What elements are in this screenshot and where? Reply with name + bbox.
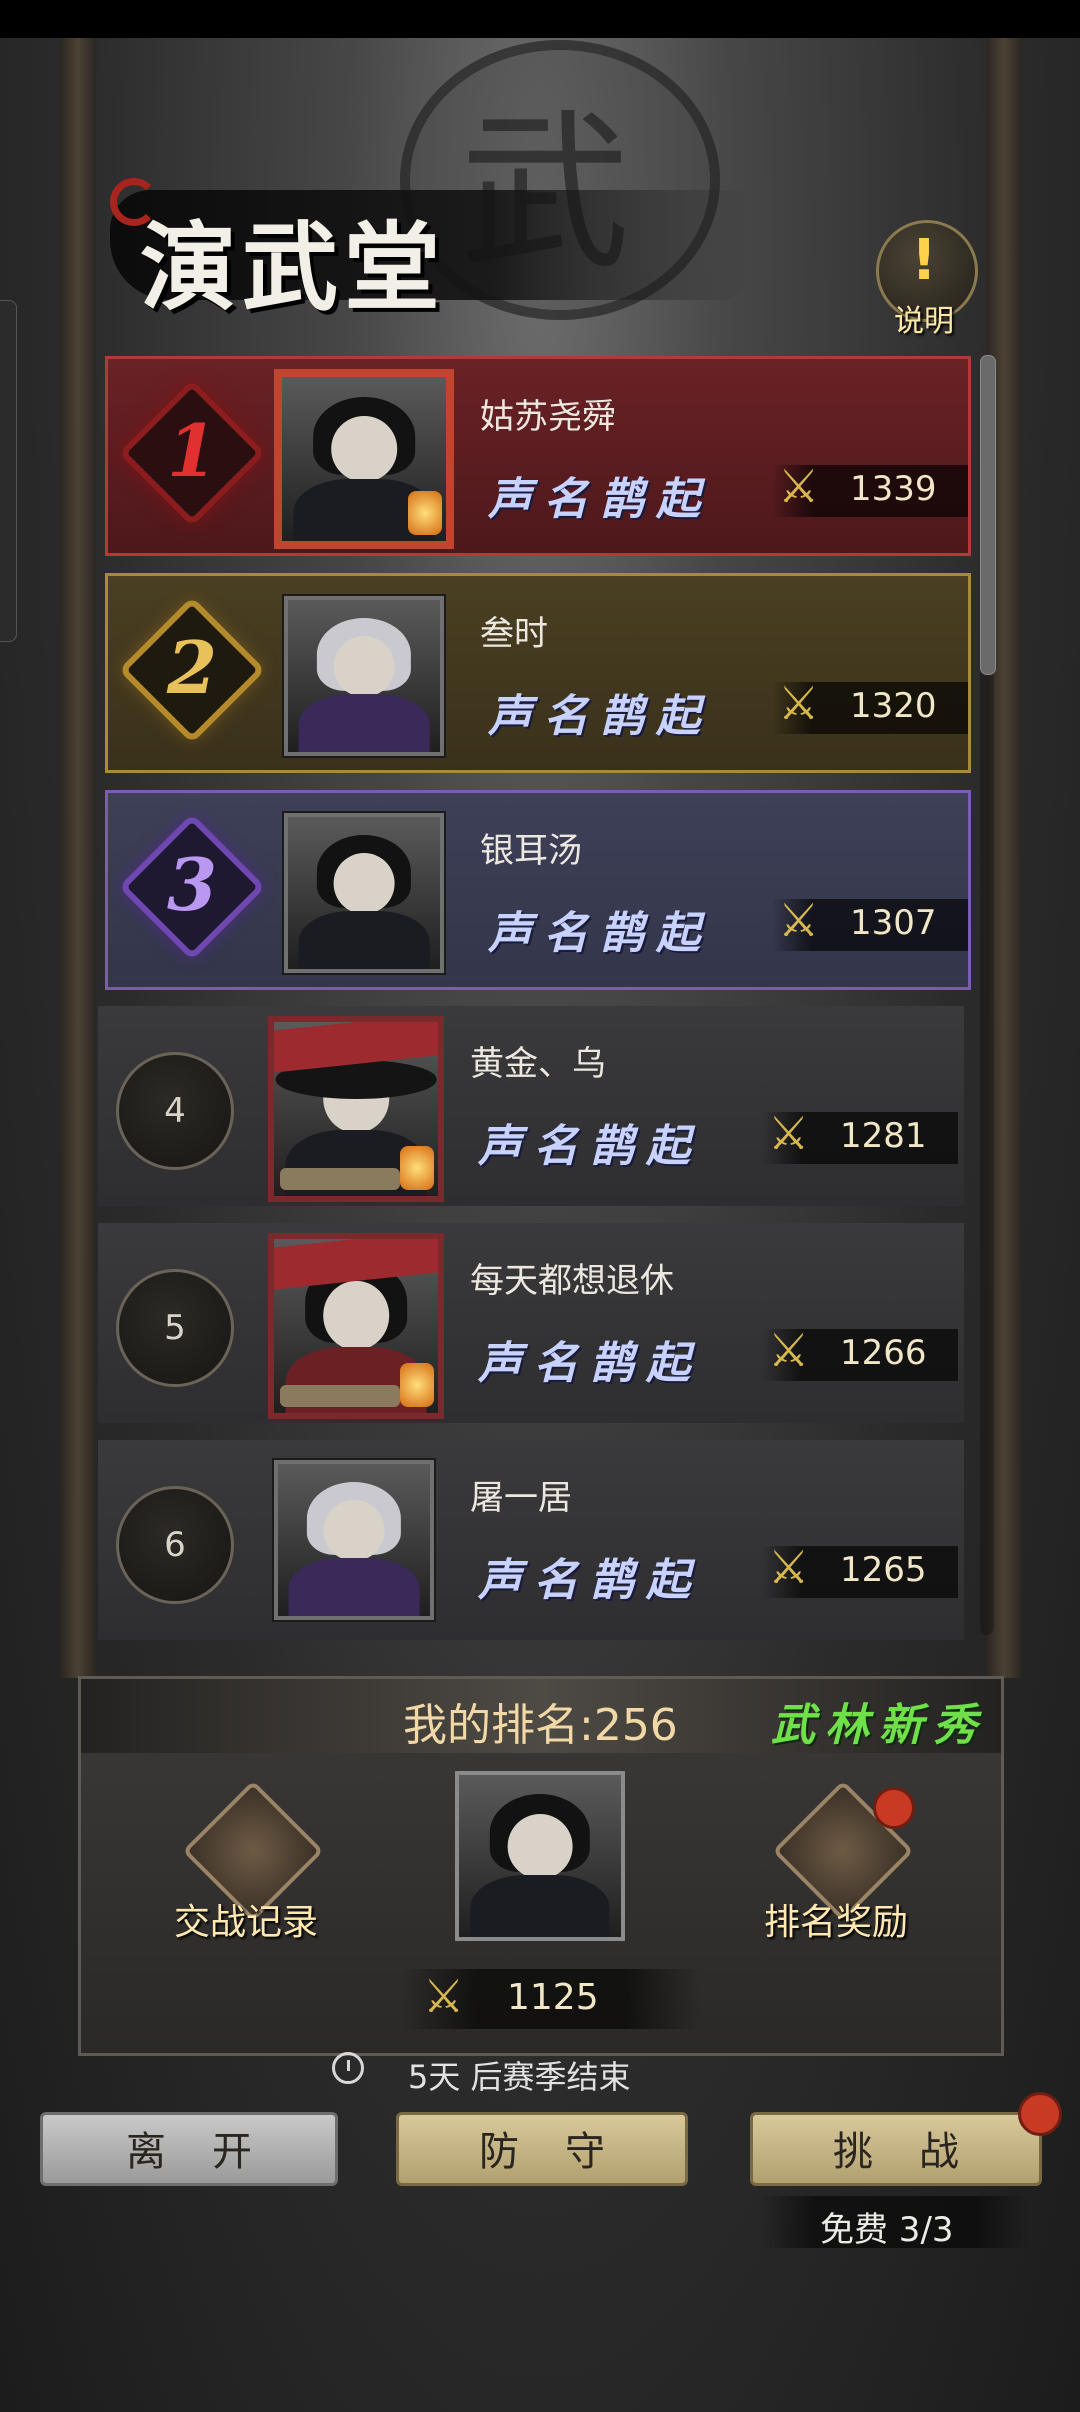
help-label: 说明 (894, 304, 954, 339)
player-avatar[interactable] (272, 1458, 436, 1622)
battle-log-label: 交战记录 (173, 1902, 318, 1943)
player-name: 银耳汤 (480, 831, 582, 871)
player-name: 黄金、乌 (470, 1044, 606, 1084)
crossed-swords-icon: ⚔ (768, 1323, 810, 1377)
my-score: 1125 (507, 1977, 599, 2018)
season-countdown-text: 5天 后赛季结束 (408, 2058, 631, 2096)
free-attempts-badge: 免费 3/3 (760, 2196, 1030, 2250)
player-avatar[interactable] (274, 369, 454, 549)
rank-badge-4: 4 (116, 1052, 234, 1170)
player-score: 1266 (840, 1333, 927, 1373)
rank-number: 2 (166, 625, 218, 710)
leaderboard-row-1[interactable]: 1 姑苏尧舜 声名鹊起 ⚔ 1339 (105, 356, 971, 556)
player-title: 声名鹊起 (478, 1555, 702, 1606)
leave-button[interactable]: 离开 (40, 2112, 338, 2186)
leaderboard-row-3[interactable]: 3 银耳汤 声名鹊起 ⚔ 1307 (105, 790, 971, 990)
player-title: 声名鹊起 (478, 1338, 702, 1389)
player-avatar[interactable] (268, 1016, 444, 1202)
lantern-icon (400, 1146, 434, 1190)
challenge-button[interactable]: 挑战 (750, 2112, 1042, 2186)
player-score: 1307 (850, 903, 937, 943)
crossed-swords-icon: ⚔ (778, 459, 820, 513)
player-score: 1339 (850, 469, 937, 509)
player-title: 声名鹊起 (488, 908, 712, 959)
page-title: 演武堂 (140, 211, 446, 324)
frame-pillar-left (60, 38, 96, 1678)
notification-dot (1018, 2092, 1062, 2136)
crossed-swords-icon: ⚔ (768, 1106, 810, 1160)
exclamation-icon: ! (911, 228, 937, 293)
crossed-swords-icon: ⚔ (423, 1969, 465, 2023)
help-button[interactable]: ! 说明 (872, 220, 978, 340)
player-title: 声名鹊起 (488, 691, 712, 742)
defend-button[interactable]: 防守 (396, 2112, 688, 2186)
rank-reward-label: 排名奖励 (763, 1902, 908, 1943)
lantern-icon (408, 491, 442, 535)
page-title-block: 演武堂 (110, 170, 750, 324)
rank-badge-6: 6 (116, 1486, 234, 1604)
season-countdown: 5天 后赛季结束 (290, 2052, 760, 2096)
player-score: 1320 (850, 686, 937, 726)
side-drawer-handle[interactable] (0, 300, 17, 642)
leaderboard-row-2[interactable]: 2 叁时 声名鹊起 ⚔ 1320 (105, 573, 971, 773)
player-name: 叁时 (480, 614, 548, 654)
crossed-swords-icon: ⚔ (778, 893, 820, 947)
my-rank-panel: 我的排名:256 武林新秀 交战记录 排名奖励 ⚔ 1125 (78, 1676, 1004, 2056)
notification-dot (873, 1787, 915, 1829)
crossed-swords-icon: ⚔ (778, 676, 820, 730)
my-score-bar: ⚔ 1125 (401, 1969, 701, 2029)
player-score: 1281 (840, 1116, 927, 1156)
leaderboard-row-6[interactable]: 6 屠一居 声名鹊起 ⚔ 1265 (98, 1440, 964, 1640)
crossed-swords-icon: ⚔ (768, 1540, 810, 1594)
battle-log-button[interactable]: 交战记录 (174, 1780, 324, 1943)
my-rank-title: 武林新秀 (771, 1700, 987, 1751)
rank-badge-5: 5 (116, 1269, 234, 1387)
my-rank-label: 我的排名:256 (403, 1700, 678, 1751)
rank-number: 3 (166, 842, 218, 927)
clock-icon (332, 2052, 364, 2084)
player-avatar[interactable] (282, 811, 446, 975)
free-attempts-text: 免费 3/3 (820, 2210, 954, 2250)
player-title: 声名鹊起 (488, 474, 712, 525)
my-rank-header: 我的排名:256 武林新秀 (81, 1679, 1001, 1753)
leaderboard-scroll-thumb[interactable] (980, 355, 996, 675)
player-score: 1265 (840, 1550, 927, 1590)
leaderboard-row-4[interactable]: 4 黄金、乌 声名鹊起 ⚔ 1281 (98, 1006, 964, 1206)
player-avatar[interactable] (268, 1233, 444, 1419)
lantern-icon (400, 1363, 434, 1407)
rank-number: 1 (166, 408, 218, 493)
player-avatar[interactable] (282, 594, 446, 758)
leaderboard-row-5[interactable]: 5 每天都想退休 声名鹊起 ⚔ 1266 (98, 1223, 964, 1423)
status-bar (0, 0, 1080, 38)
my-avatar[interactable] (455, 1771, 625, 1941)
player-name: 每天都想退休 (470, 1261, 674, 1301)
rank-reward-button[interactable]: 排名奖励 (764, 1780, 915, 1943)
player-title: 声名鹊起 (478, 1121, 702, 1172)
player-name: 屠一居 (470, 1478, 572, 1518)
player-name: 姑苏尧舜 (480, 397, 616, 437)
